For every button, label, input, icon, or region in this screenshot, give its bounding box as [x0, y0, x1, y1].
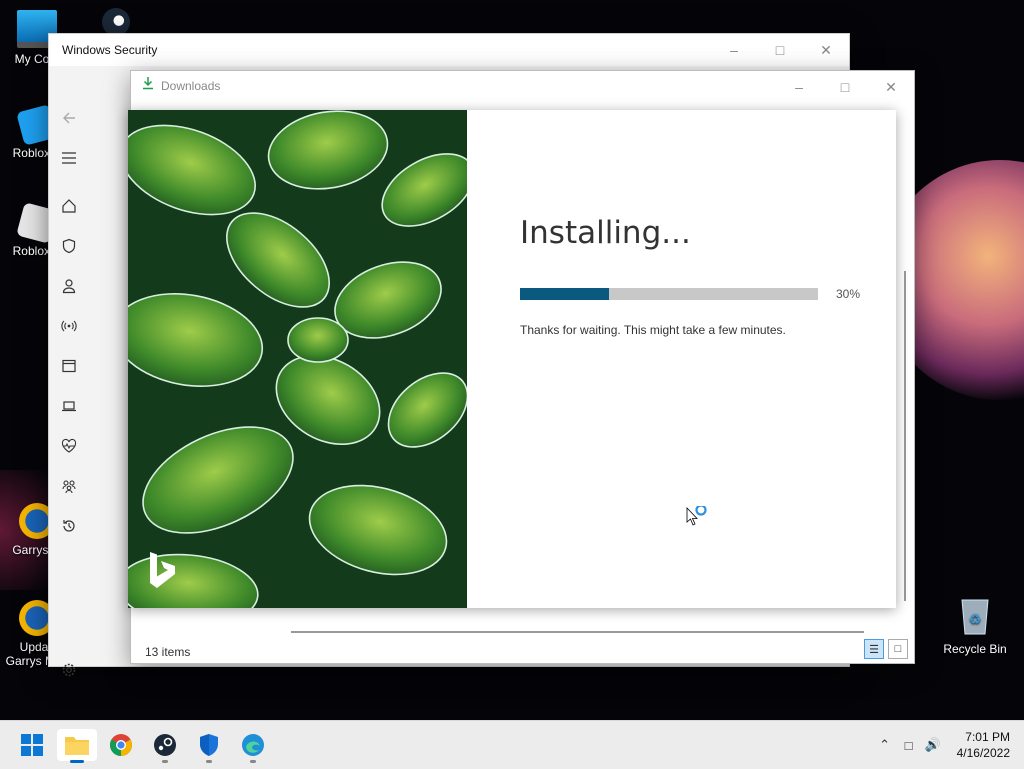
- hamburger-icon[interactable]: [53, 144, 85, 172]
- clock-date: 4/16/2022: [956, 746, 1010, 760]
- shield-icon: [200, 734, 218, 756]
- shield-icon[interactable]: [53, 232, 85, 260]
- window-controls: – □ ✕: [776, 71, 914, 101]
- volume-icon[interactable]: 🔊: [921, 737, 945, 753]
- chrome-icon: [110, 734, 132, 756]
- minimize-button[interactable]: –: [776, 71, 822, 103]
- close-button[interactable]: ✕: [803, 34, 849, 66]
- system-tray: ⌃ □ 🔊 7:01 PM 4/16/2022: [873, 721, 1024, 769]
- home-icon[interactable]: [53, 192, 85, 220]
- view-toggle: ☰ □: [864, 639, 908, 659]
- window-title: Downloads: [161, 79, 221, 93]
- start-button[interactable]: [12, 729, 52, 761]
- minimize-button[interactable]: –: [711, 34, 757, 66]
- clock-time: 7:01 PM: [965, 730, 1010, 744]
- maximize-button[interactable]: □: [757, 34, 803, 66]
- progress-fill: [520, 288, 610, 300]
- taskbar-file-explorer[interactable]: [57, 729, 97, 763]
- svg-text:♻: ♻: [969, 611, 982, 627]
- steam-icon: [102, 8, 130, 36]
- taskbar-steam[interactable]: [145, 729, 185, 763]
- history-icon[interactable]: [53, 512, 85, 540]
- waiting-message: Thanks for waiting. This might take a fe…: [520, 323, 786, 337]
- taskbar-indicator: [206, 760, 212, 763]
- taskbar: ⌃ □ 🔊 7:01 PM 4/16/2022: [0, 720, 1024, 769]
- network-icon[interactable]: □: [897, 738, 921, 753]
- large-icons-view-button[interactable]: □: [888, 639, 908, 659]
- back-arrow-icon[interactable]: [53, 104, 85, 132]
- settings-icon[interactable]: [53, 656, 85, 684]
- maximize-button[interactable]: □: [822, 71, 868, 103]
- family-icon[interactable]: [53, 472, 85, 500]
- vertical-scrollbar[interactable]: [904, 271, 906, 601]
- progress-row: 30%: [520, 287, 870, 301]
- window-controls: – □ ✕: [711, 34, 849, 66]
- download-icon: [141, 71, 155, 101]
- laptop-icon[interactable]: [53, 392, 85, 420]
- status-item-count: 13 items: [145, 645, 191, 659]
- desktop-icon-recycle-bin[interactable]: ♻ Recycle Bin: [940, 596, 1010, 656]
- close-button[interactable]: ✕: [868, 71, 914, 103]
- taskbar-indicator: [250, 760, 256, 763]
- taskbar-indicator: [70, 760, 84, 763]
- installer-dialog: Installing... 30% Thanks for waiting. Th…: [128, 110, 896, 608]
- progress-bar: [520, 288, 818, 300]
- taskbar-edge[interactable]: [233, 729, 273, 763]
- horizontal-scrollbar[interactable]: [291, 631, 864, 633]
- edge-icon: [242, 734, 264, 756]
- windows-logo-icon: [21, 734, 43, 756]
- installing-heading: Installing...: [520, 215, 691, 251]
- desktop-icon-label: Recycle Bin: [943, 642, 1007, 656]
- nav-rail: [49, 66, 89, 677]
- recycle-bin-icon: ♻: [958, 596, 992, 636]
- person-icon[interactable]: [53, 272, 85, 300]
- installer-content: Installing... 30% Thanks for waiting. Th…: [520, 215, 870, 337]
- wireless-icon[interactable]: [53, 312, 85, 340]
- details-view-button[interactable]: ☰: [864, 639, 884, 659]
- heartbeat-icon[interactable]: [53, 432, 85, 460]
- succulent-artwork: [128, 110, 467, 608]
- folder-icon: [65, 737, 89, 755]
- app-browser-icon[interactable]: [53, 352, 85, 380]
- progress-percent: 30%: [836, 287, 861, 301]
- bing-logo-icon: [148, 550, 178, 593]
- chevron-up-icon[interactable]: ⌃: [873, 737, 897, 753]
- taskbar-indicator: [162, 760, 168, 763]
- busy-cursor-icon: [686, 504, 710, 533]
- steam-icon: [154, 734, 176, 756]
- clock[interactable]: 7:01 PM 4/16/2022: [957, 729, 1010, 761]
- taskbar-windows-security[interactable]: [189, 729, 229, 763]
- taskbar-chrome[interactable]: [101, 729, 141, 761]
